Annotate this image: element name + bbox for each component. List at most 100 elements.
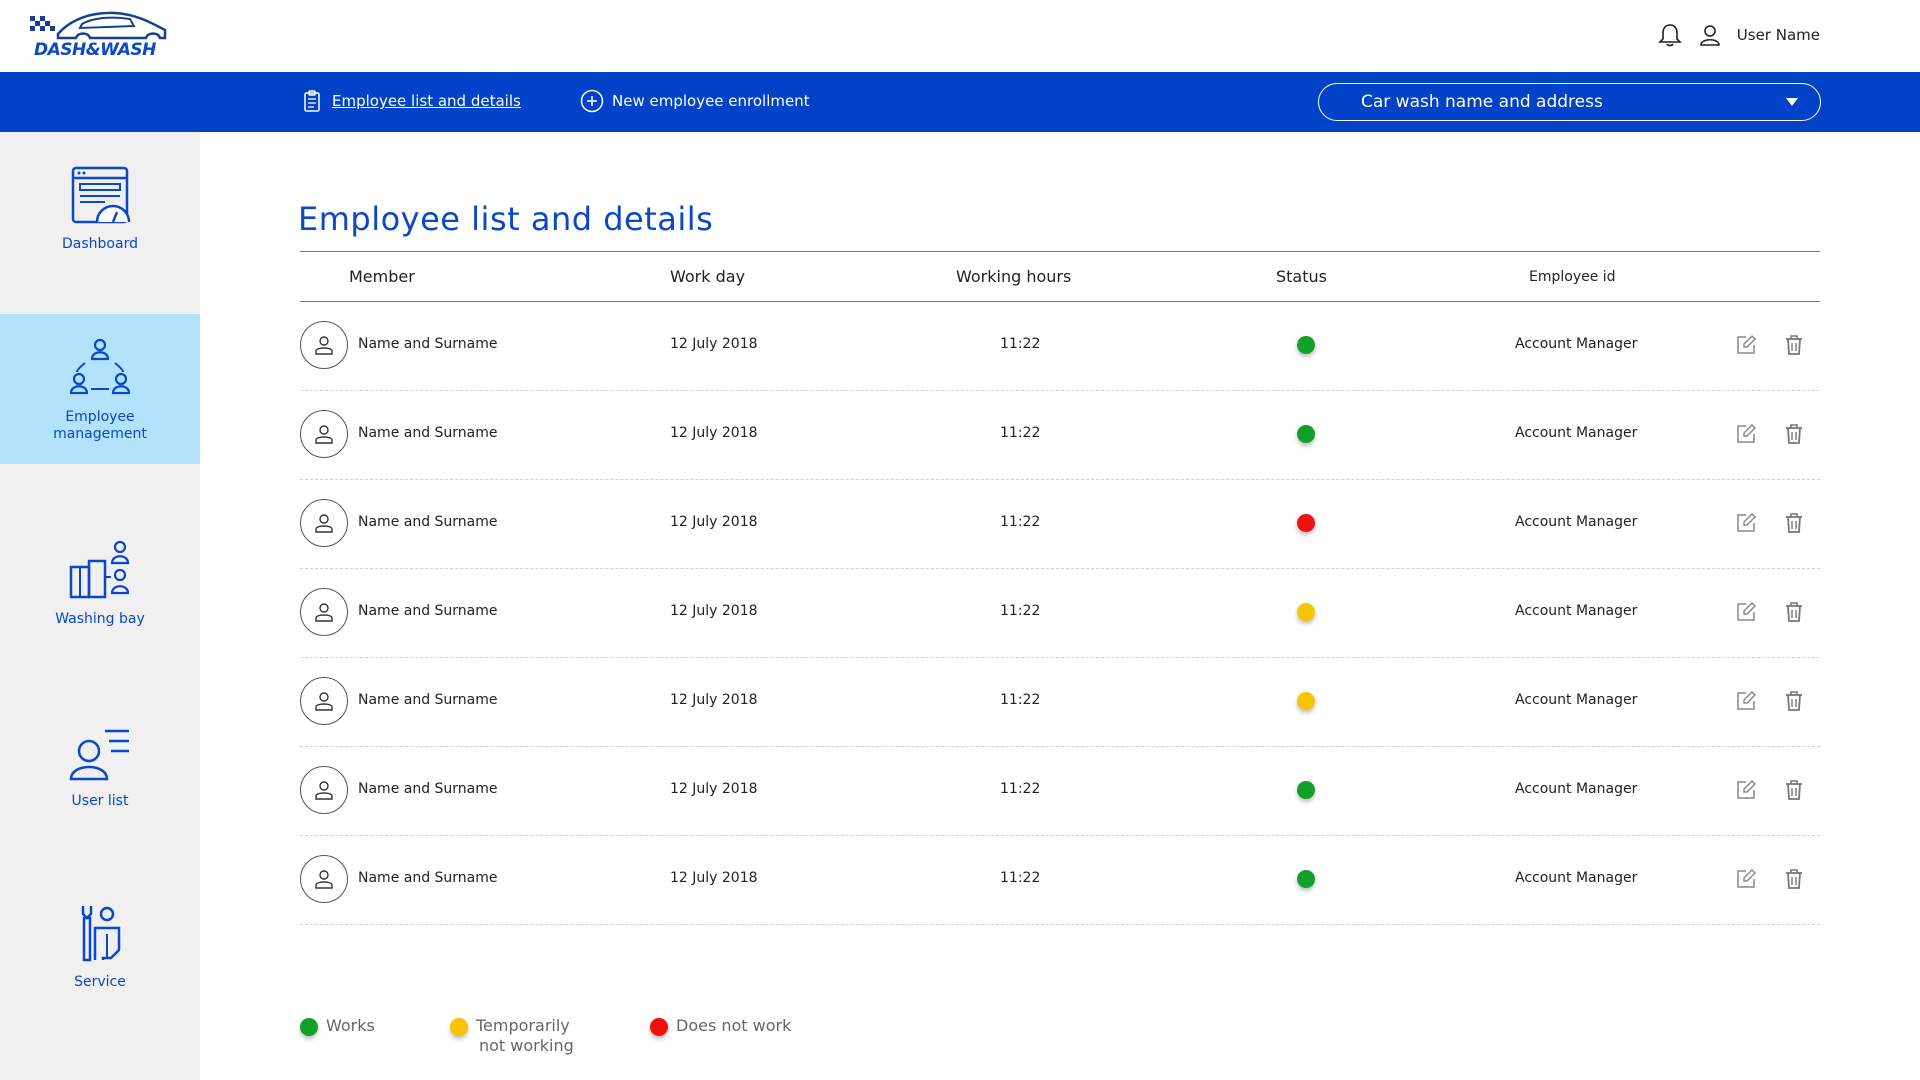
member-name: Name and Surname: [358, 692, 498, 708]
edit-button[interactable]: [1734, 600, 1758, 624]
edit-button[interactable]: [1734, 511, 1758, 535]
delete-button[interactable]: [1782, 778, 1806, 802]
employee-id: Account Manager: [1515, 603, 1638, 619]
avatar: [300, 588, 348, 636]
washing-bay-icon: [69, 540, 130, 598]
clipboard-icon: [304, 90, 320, 112]
sidebar-item-dashboard[interactable]: Dashboard: [0, 132, 200, 282]
work-day: 12 July 2018: [670, 692, 758, 708]
work-day: 12 July 2018: [670, 514, 758, 530]
member-name: Name and Surname: [358, 425, 498, 441]
dashboard-icon: [71, 166, 131, 223]
edit-icon: [1737, 779, 1757, 799]
edit-button[interactable]: [1734, 867, 1758, 891]
edit-button[interactable]: [1734, 778, 1758, 802]
user-icon[interactable]: [1697, 22, 1723, 48]
sidebar-label: Employee management: [53, 409, 147, 442]
edit-icon: [1737, 690, 1757, 710]
column-header-work-day: Work day: [670, 267, 746, 286]
employee-id: Account Manager: [1515, 514, 1638, 530]
edit-icon: [1737, 423, 1757, 443]
user-area: User Name: [1657, 22, 1820, 48]
legend-label: Does not work: [676, 1016, 792, 1035]
delete-button[interactable]: [1782, 867, 1806, 891]
carwash-select[interactable]: Car wash name and address: [1318, 83, 1821, 121]
avatar: [300, 766, 348, 814]
column-header-working-hours: Working hours: [956, 267, 1072, 286]
sidebar-item-washing-bay[interactable]: Washing bay: [0, 507, 200, 657]
edit-icon: [1737, 334, 1757, 354]
sidebar-item-employee-management[interactable]: Employee management: [0, 314, 200, 464]
member-name: Name and Surname: [358, 514, 498, 530]
sidebar-label: Service: [74, 973, 126, 990]
delete-button[interactable]: [1782, 600, 1806, 624]
person-icon: [315, 336, 333, 355]
legend-label: Works: [326, 1016, 375, 1035]
tab-new-employee[interactable]: New employee enrollment: [580, 89, 810, 113]
work-day: 12 July 2018: [670, 425, 758, 441]
bell-icon[interactable]: [1657, 22, 1683, 48]
person-icon: [315, 781, 333, 800]
work-day: 12 July 2018: [670, 603, 758, 619]
status-badge: [1297, 692, 1315, 710]
sidebar-item-service[interactable]: Service: [0, 870, 200, 1020]
avatar: [300, 410, 348, 458]
member-name: Name and Surname: [358, 870, 498, 886]
status-legend: Works Temporarily not working Does not w…: [300, 1016, 900, 1066]
team-icon: [69, 338, 131, 395]
logo-text: DASH&WASH: [34, 40, 156, 60]
tab-label: New employee enrollment: [612, 92, 810, 110]
work-day: 12 July 2018: [670, 336, 758, 352]
delete-button[interactable]: [1782, 422, 1806, 446]
edit-button[interactable]: [1734, 422, 1758, 446]
green-dot-icon: [300, 1018, 318, 1036]
tab-label: Employee list and details: [332, 92, 521, 110]
carwash-select-value: Car wash name and address: [1361, 92, 1603, 112]
sidebar: Dashboard Employee management Washing ba…: [0, 132, 200, 1080]
working-hours: 11:22: [1000, 336, 1041, 352]
tab-employee-list[interactable]: Employee list and details: [300, 89, 521, 113]
employee-id: Account Manager: [1515, 336, 1638, 352]
top-header: DASH&WASH User Name: [0, 0, 1920, 72]
working-hours: 11:22: [1000, 603, 1041, 619]
edit-button[interactable]: [1734, 333, 1758, 357]
delete-button[interactable]: [1782, 511, 1806, 535]
sidebar-label: User list: [71, 792, 129, 809]
trash-icon: [1786, 513, 1802, 533]
red-dot-icon: [650, 1018, 668, 1036]
yellow-dot-icon: [450, 1018, 468, 1036]
working-hours: 11:22: [1000, 692, 1041, 708]
person-icon: [315, 603, 333, 622]
person-icon: [315, 514, 333, 533]
trash-icon: [1786, 691, 1802, 711]
work-day: 12 July 2018: [670, 870, 758, 886]
top-navbar: Employee list and details New employee e…: [0, 72, 1920, 132]
user-name[interactable]: User Name: [1737, 26, 1820, 44]
edit-icon: [1737, 868, 1757, 888]
column-header-member: Member: [349, 267, 415, 286]
edit-button[interactable]: [1734, 689, 1758, 713]
person-icon: [315, 692, 333, 711]
delete-button[interactable]: [1782, 333, 1806, 357]
table-header: Member Work day Working hours Status Emp…: [300, 251, 1820, 302]
table-row: Name and Surname 12 July 2018 11:22 Acco…: [300, 569, 1820, 658]
member-name: Name and Surname: [358, 781, 498, 797]
work-day: 12 July 2018: [670, 781, 758, 797]
employee-id: Account Manager: [1515, 425, 1638, 441]
status-badge: [1297, 336, 1315, 354]
legend-label: Temporarily not working: [476, 1016, 574, 1056]
table-body: Name and Surname 12 July 2018 11:22 Acco…: [300, 302, 1820, 925]
working-hours: 11:22: [1000, 781, 1041, 797]
member-name: Name and Surname: [358, 603, 498, 619]
trash-icon: [1786, 869, 1802, 889]
table-row: Name and Surname 12 July 2018 11:22 Acco…: [300, 836, 1820, 925]
working-hours: 11:22: [1000, 870, 1041, 886]
delete-button[interactable]: [1782, 689, 1806, 713]
trash-icon: [1786, 602, 1802, 622]
status-badge: [1297, 514, 1315, 532]
page-title: Employee list and details: [298, 200, 714, 238]
legend-item-does-not-work: Does not work: [650, 1016, 791, 1036]
employee-id: Account Manager: [1515, 870, 1638, 886]
sidebar-item-user-list[interactable]: User list: [0, 689, 200, 839]
employee-id: Account Manager: [1515, 781, 1638, 797]
